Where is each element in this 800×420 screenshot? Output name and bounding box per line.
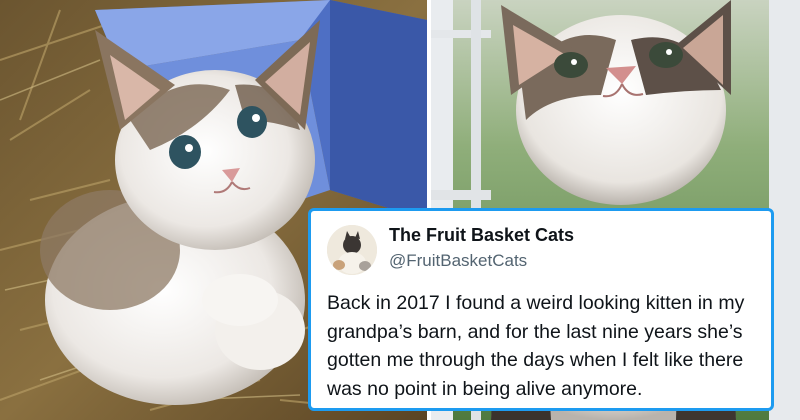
tweet-text: Back in 2017 I found a weird looking kit… bbox=[327, 292, 745, 400]
tweet-card: The Fruit Basket Cats @FruitBasketCats B… bbox=[308, 208, 774, 411]
account-name[interactable]: The Fruit Basket Cats bbox=[389, 225, 574, 246]
account-avatar[interactable] bbox=[327, 225, 377, 275]
account-handle[interactable]: @FruitBasketCats bbox=[389, 251, 527, 271]
avatar-image bbox=[327, 225, 377, 275]
